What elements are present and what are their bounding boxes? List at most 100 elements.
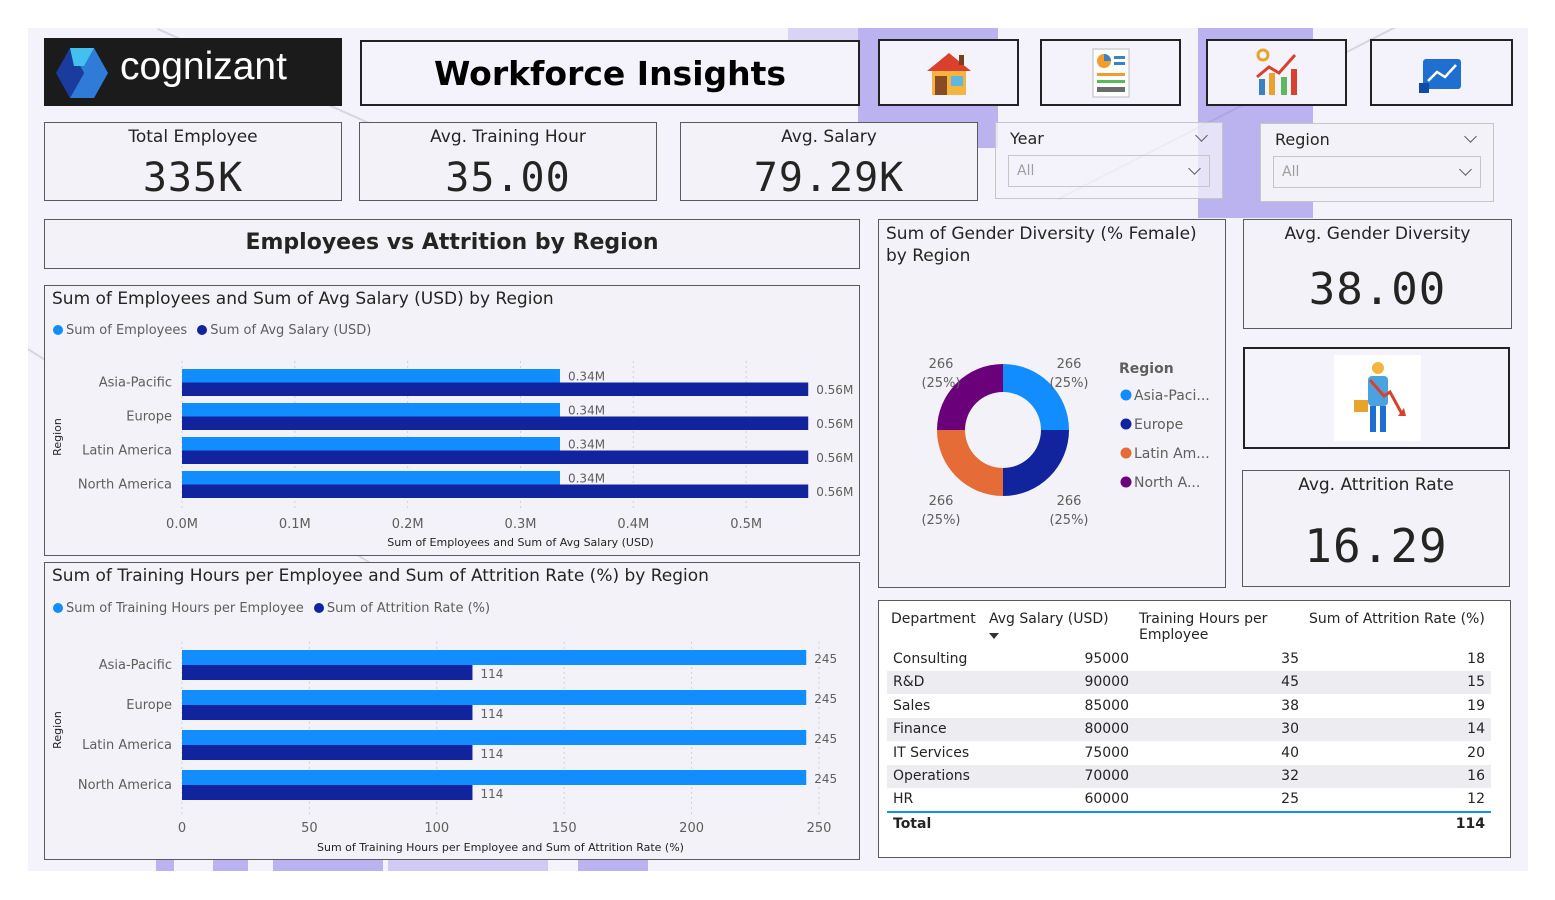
y-tick-label: Europe — [126, 410, 172, 425]
data-label: (25%) — [1049, 513, 1088, 528]
chevron-down-icon — [1188, 162, 1201, 175]
table-cell: 45 — [1135, 670, 1305, 694]
table-cell: 12 — [1467, 791, 1485, 808]
legend-item: Sum of Training Hours per Employee — [66, 601, 304, 616]
table-body: Consulting 95000 35 18 R&D 90000 45 15 Sales 8500… — [887, 647, 1491, 835]
table-cell — [1135, 810, 1305, 835]
table-cell: 114 — [1305, 810, 1491, 835]
data-label: 0.56M — [816, 451, 853, 465]
kpi-value: 335K — [142, 155, 244, 201]
nav-analytics-button[interactable] — [1206, 39, 1347, 106]
donut-slice — [1003, 430, 1069, 496]
column-header[interactable]: Department — [887, 611, 985, 647]
department-table-grid: Department Avg Salary (USD) Training Hou… — [887, 611, 1491, 835]
data-label: 0.56M — [816, 485, 853, 499]
x-tick-label: 200 — [679, 821, 704, 836]
region-slicer[interactable]: Region All — [1260, 123, 1494, 202]
nav-home-button[interactable] — [878, 39, 1019, 106]
table-row[interactable]: Finance 80000 30 14 — [887, 717, 1491, 741]
employees-salary-chart[interactable]: Sum of Employees and Sum of Avg Salary (… — [44, 285, 860, 556]
year-dropdown[interactable]: All — [1008, 155, 1210, 187]
table-cell: Sales — [893, 697, 931, 714]
table-cell: 80000 — [985, 717, 1135, 741]
data-label: 266 — [929, 357, 954, 372]
table-row[interactable]: Sales 85000 38 19 — [887, 694, 1491, 718]
bar-chart-svg: 0 50 100 150 200 250 Asia-Pacific 245 114 Europe 2… — [51, 642, 837, 854]
column-header-label: Department — [891, 611, 976, 627]
data-label: 114 — [480, 747, 503, 761]
cognizant-logo-icon — [56, 48, 108, 98]
y-tick-label: Latin America — [82, 444, 172, 459]
legend-item: Europe — [1134, 417, 1183, 433]
brand-logo: cognizant — [44, 38, 342, 106]
x-tick-label: 100 — [424, 821, 449, 836]
column-header[interactable]: Sum of Attrition Rate (%) — [1305, 611, 1491, 647]
header-title-box: Workforce Insights — [360, 40, 860, 106]
section-title: Employees vs Attrition by Region — [245, 230, 659, 255]
data-label: 0.34M — [568, 438, 605, 452]
kpi-label: Total Employee — [128, 127, 258, 147]
bar — [182, 471, 560, 485]
data-label: 0.34M — [568, 370, 605, 384]
data-label: (25%) — [1049, 376, 1088, 391]
y-axis-title: Region — [51, 711, 64, 749]
table-row[interactable]: R&D 90000 45 15 — [887, 670, 1491, 694]
employee-decline-icon — [1354, 362, 1406, 432]
year-slicer[interactable]: Year All — [995, 122, 1223, 199]
y-tick-label: North America — [78, 478, 172, 493]
kpi-value: 16.29 — [1304, 519, 1448, 573]
region-dropdown[interactable]: All — [1273, 156, 1481, 188]
legend-dot — [1120, 418, 1132, 430]
data-label: 245 — [814, 652, 837, 666]
donut-chart-svg: 266 (25%) 266 (25%) 266 (25%) 266 (25%) Region As… — [921, 357, 1209, 528]
bar — [182, 665, 473, 680]
bar — [182, 705, 473, 720]
data-label: 114 — [480, 707, 503, 721]
nav-report-button[interactable] — [1040, 39, 1181, 106]
chevron-up-icon — [1195, 129, 1208, 142]
sort-desc-icon — [989, 633, 999, 639]
kpi-label: Avg. Training Hour — [430, 127, 586, 147]
department-table[interactable]: Department Avg Salary (USD) Training Hou… — [878, 600, 1511, 858]
column-header-label: Sum of Attrition Rate (%) — [1309, 611, 1485, 627]
legend-dot — [313, 603, 324, 613]
table-row[interactable]: Consulting 95000 35 18 — [887, 647, 1491, 671]
column-header[interactable]: Training Hours per Employee — [1135, 611, 1305, 647]
kpi-avg-attrition-rate: Avg. Attrition Rate 16.29 — [1242, 470, 1510, 587]
table-cell: 85000 — [1084, 697, 1129, 714]
table-cell: Finance — [887, 717, 985, 741]
x-tick-label: 0.4M — [617, 517, 649, 532]
table-cell: IT Services — [893, 744, 970, 761]
legend-item: Sum of Attrition Rate (%) — [326, 601, 491, 616]
gender-diversity-donut[interactable]: Sum of Gender Diversity (% Female) by Re… — [878, 219, 1226, 588]
table-row[interactable]: HR 60000 25 12 — [887, 788, 1491, 812]
table-cell: 95000 — [1084, 650, 1129, 667]
table-cell: 30 — [1135, 717, 1305, 741]
table-cell: 70000 — [985, 764, 1135, 788]
table-cell: 25 — [1281, 791, 1299, 808]
kpi-avg-salary: Avg. Salary 79.29K — [680, 122, 978, 201]
trend-icon — [1418, 58, 1461, 93]
bar — [182, 416, 809, 430]
column-header[interactable]: Avg Salary (USD) — [985, 611, 1135, 647]
chart-title: Sum of Employees and Sum of Avg Salary (… — [52, 289, 554, 309]
kpi-label: Avg. Attrition Rate — [1298, 475, 1454, 495]
chart-title: Sum of Training Hours per Employee and S… — [52, 566, 709, 586]
chevron-down-icon — [1459, 163, 1472, 176]
nav-trend-button[interactable] — [1370, 39, 1513, 106]
bar — [182, 437, 560, 451]
legend-dot — [53, 325, 63, 335]
x-tick-label: 50 — [301, 821, 318, 836]
analytics-icon — [1255, 48, 1297, 95]
x-tick-label: 0.1M — [279, 517, 311, 532]
training-attrition-chart[interactable]: Sum of Training Hours per Employee and S… — [44, 562, 860, 860]
table-cell: Operations — [887, 764, 985, 788]
donut-slice — [1003, 364, 1069, 430]
table-cell: 38 — [1281, 697, 1299, 714]
y-tick-label: Europe — [126, 698, 172, 713]
data-label: 114 — [480, 787, 503, 801]
slicer-label: Year — [1010, 129, 1044, 148]
table-row[interactable]: IT Services 75000 40 20 — [887, 741, 1491, 765]
table-row[interactable]: Operations 70000 32 16 — [887, 764, 1491, 788]
legend-dot — [1120, 389, 1132, 401]
